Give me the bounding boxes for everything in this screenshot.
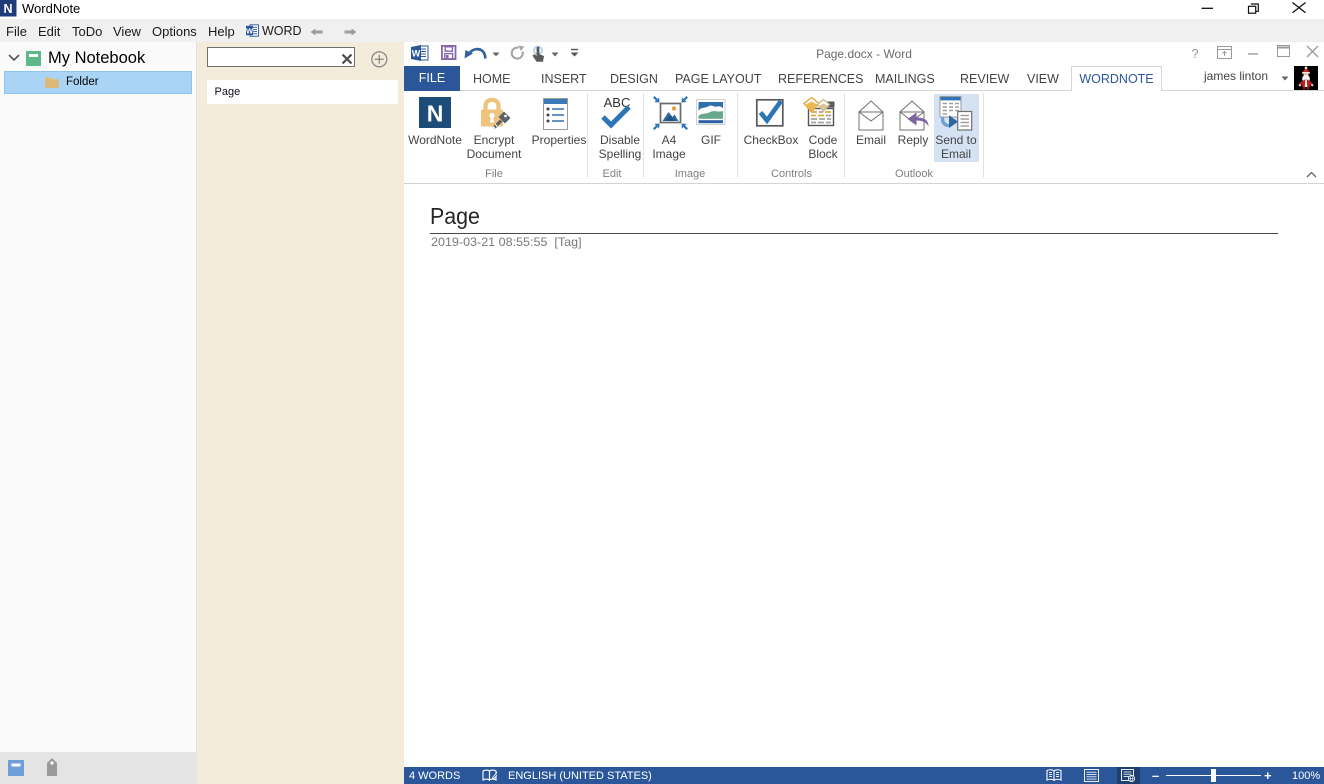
svg-text:?: ?: [1191, 46, 1198, 60]
svg-text:W: W: [246, 26, 254, 35]
svg-text:N: N: [3, 2, 12, 16]
svg-text:N: N: [427, 101, 444, 127]
